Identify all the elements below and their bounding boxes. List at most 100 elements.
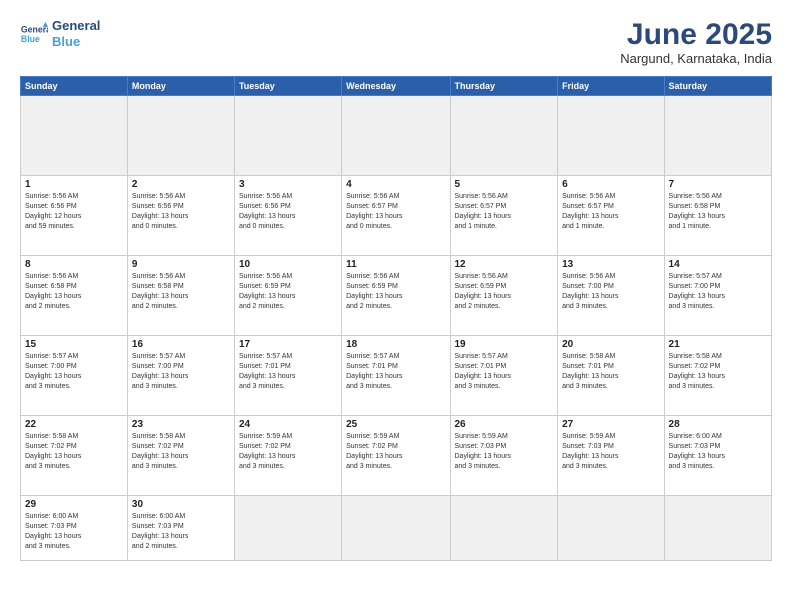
table-row: 3 Sunrise: 5:56 AM Sunset: 6:56 PM Daylig…	[234, 176, 341, 256]
table-row	[21, 96, 128, 176]
day-info: Sunrise: 5:56 AM Sunset: 6:57 PM Dayligh…	[455, 192, 554, 233]
table-row	[342, 496, 450, 561]
table-row: 22 Sunrise: 5:58 AM Sunset: 7:02 PM Dayli…	[21, 416, 128, 496]
table-row: 1Sunrise: 5:56 AM Sunset: 6:56 PM Daylig…	[21, 176, 128, 256]
day-number: 18	[346, 339, 445, 350]
day-number: 30	[132, 499, 230, 510]
day-info: Sunrise: 5:59 AM Sunset: 7:03 PM Dayligh…	[455, 432, 554, 473]
day-info: Sunrise: 5:56 AM Sunset: 6:57 PM Dayligh…	[346, 192, 445, 233]
table-row: 27Sunrise: 5:59 AM Sunset: 7:03 PM Dayli…	[558, 416, 664, 496]
table-row: 7 Sunrise: 5:56 AM Sunset: 6:58 PM Daylig…	[664, 176, 771, 256]
table-row	[558, 496, 664, 561]
day-number: 19	[455, 339, 554, 350]
day-number: 3	[239, 179, 337, 190]
day-number: 28	[669, 419, 767, 430]
day-info: Sunrise: 5:57 AM Sunset: 7:00 PM Dayligh…	[132, 352, 230, 393]
day-number: 25	[346, 419, 445, 430]
table-row: 26 Sunrise: 5:59 AM Sunset: 7:03 PM Dayli…	[450, 416, 558, 496]
table-row: 4Sunrise: 5:56 AM Sunset: 6:57 PM Daylig…	[342, 176, 450, 256]
day-info: Sunrise: 5:56 AM Sunset: 6:56 PM Dayligh…	[239, 192, 337, 233]
day-info: Sunrise: 6:00 AM Sunset: 7:03 PM Dayligh…	[669, 432, 767, 473]
page: General Blue General Blue June 2025 Narg…	[0, 0, 792, 612]
day-info: Sunrise: 5:56 AM Sunset: 6:58 PM Dayligh…	[132, 272, 230, 313]
table-row: 10 Sunrise: 5:56 AM Sunset: 6:59 PM Dayli…	[234, 256, 341, 336]
day-number: 6	[562, 179, 659, 190]
table-row: 8Sunrise: 5:56 AM Sunset: 6:58 PM Daylig…	[21, 256, 128, 336]
day-info: Sunrise: 6:00 AM Sunset: 7:03 PM Dayligh…	[132, 512, 230, 553]
day-number: 10	[239, 259, 337, 270]
day-info: Sunrise: 5:58 AM Sunset: 7:02 PM Dayligh…	[132, 432, 230, 473]
table-row: 24Sunrise: 5:59 AM Sunset: 7:02 PM Dayli…	[234, 416, 341, 496]
col-saturday: Saturday	[664, 77, 771, 96]
table-row: 21 Sunrise: 5:58 AM Sunset: 7:02 PM Dayli…	[664, 336, 771, 416]
table-row: 11 Sunrise: 5:56 AM Sunset: 6:59 PM Dayli…	[342, 256, 450, 336]
day-number: 11	[346, 259, 445, 270]
col-friday: Friday	[558, 77, 664, 96]
svg-text:Blue: Blue	[21, 33, 40, 43]
header-row: Sunday Monday Tuesday Wednesday Thursday…	[21, 77, 772, 96]
day-info: Sunrise: 5:56 AM Sunset: 6:56 PM Dayligh…	[25, 192, 123, 233]
table-row	[342, 96, 450, 176]
day-info: Sunrise: 6:00 AM Sunset: 7:03 PM Dayligh…	[25, 512, 123, 553]
col-tuesday: Tuesday	[234, 77, 341, 96]
day-number: 17	[239, 339, 337, 350]
table-row: 9 Sunrise: 5:56 AM Sunset: 6:58 PM Daylig…	[127, 256, 234, 336]
logo-line2: Blue	[52, 34, 100, 50]
title-block: June 2025 Nargund, Karnataka, India	[620, 18, 772, 66]
day-info: Sunrise: 5:56 AM Sunset: 6:56 PM Dayligh…	[132, 192, 230, 233]
table-row: 29Sunrise: 6:00 AM Sunset: 7:03 PM Dayli…	[21, 496, 128, 561]
day-number: 21	[669, 339, 767, 350]
table-row: 5 Sunrise: 5:56 AM Sunset: 6:57 PM Daylig…	[450, 176, 558, 256]
day-info: Sunrise: 5:56 AM Sunset: 7:00 PM Dayligh…	[562, 272, 659, 313]
col-thursday: Thursday	[450, 77, 558, 96]
day-number: 22	[25, 419, 123, 430]
col-sunday: Sunday	[21, 77, 128, 96]
day-number: 26	[455, 419, 554, 430]
day-info: Sunrise: 5:58 AM Sunset: 7:02 PM Dayligh…	[669, 352, 767, 393]
day-number: 13	[562, 259, 659, 270]
day-info: Sunrise: 5:57 AM Sunset: 7:00 PM Dayligh…	[25, 352, 123, 393]
table-row	[558, 96, 664, 176]
table-row	[450, 496, 558, 561]
day-number: 24	[239, 419, 337, 430]
day-info: Sunrise: 5:56 AM Sunset: 6:59 PM Dayligh…	[239, 272, 337, 313]
col-monday: Monday	[127, 77, 234, 96]
calendar-table: Sunday Monday Tuesday Wednesday Thursday…	[20, 76, 772, 561]
day-number: 16	[132, 339, 230, 350]
location: Nargund, Karnataka, India	[620, 51, 772, 66]
day-number: 7	[669, 179, 767, 190]
day-info: Sunrise: 5:58 AM Sunset: 7:02 PM Dayligh…	[25, 432, 123, 473]
table-row: 17 Sunrise: 5:57 AM Sunset: 7:01 PM Dayli…	[234, 336, 341, 416]
day-info: Sunrise: 5:57 AM Sunset: 7:01 PM Dayligh…	[455, 352, 554, 393]
day-number: 12	[455, 259, 554, 270]
day-number: 5	[455, 179, 554, 190]
day-info: Sunrise: 5:57 AM Sunset: 7:01 PM Dayligh…	[346, 352, 445, 393]
day-number: 20	[562, 339, 659, 350]
day-info: Sunrise: 5:59 AM Sunset: 7:02 PM Dayligh…	[346, 432, 445, 473]
table-row	[234, 96, 341, 176]
day-number: 9	[132, 259, 230, 270]
table-row: 28 Sunrise: 6:00 AM Sunset: 7:03 PM Dayli…	[664, 416, 771, 496]
table-row: 20 Sunrise: 5:58 AM Sunset: 7:01 PM Dayli…	[558, 336, 664, 416]
table-row: 19 Sunrise: 5:57 AM Sunset: 7:01 PM Dayli…	[450, 336, 558, 416]
table-row	[234, 496, 341, 561]
header: General Blue General Blue June 2025 Narg…	[20, 18, 772, 66]
logo: General Blue General Blue	[20, 18, 100, 49]
logo-line1: General	[52, 18, 100, 34]
day-number: 23	[132, 419, 230, 430]
day-info: Sunrise: 5:56 AM Sunset: 6:58 PM Dayligh…	[669, 192, 767, 233]
day-info: Sunrise: 5:58 AM Sunset: 7:01 PM Dayligh…	[562, 352, 659, 393]
col-wednesday: Wednesday	[342, 77, 450, 96]
table-row: 16 Sunrise: 5:57 AM Sunset: 7:00 PM Dayli…	[127, 336, 234, 416]
table-row: 18 Sunrise: 5:57 AM Sunset: 7:01 PM Dayli…	[342, 336, 450, 416]
table-row: 30 Sunrise: 6:00 AM Sunset: 7:03 PM Dayli…	[127, 496, 234, 561]
logo-text: General Blue	[52, 18, 100, 49]
day-info: Sunrise: 5:56 AM Sunset: 6:59 PM Dayligh…	[346, 272, 445, 313]
day-info: Sunrise: 5:56 AM Sunset: 6:59 PM Dayligh…	[455, 272, 554, 313]
day-info: Sunrise: 5:57 AM Sunset: 7:01 PM Dayligh…	[239, 352, 337, 393]
table-row: 25 Sunrise: 5:59 AM Sunset: 7:02 PM Dayli…	[342, 416, 450, 496]
table-row: 2Sunrise: 5:56 AM Sunset: 6:56 PM Daylig…	[127, 176, 234, 256]
table-row: 13 Sunrise: 5:56 AM Sunset: 7:00 PM Dayli…	[558, 256, 664, 336]
table-row: 15Sunrise: 5:57 AM Sunset: 7:00 PM Dayli…	[21, 336, 128, 416]
table-row: 23 Sunrise: 5:58 AM Sunset: 7:02 PM Dayli…	[127, 416, 234, 496]
